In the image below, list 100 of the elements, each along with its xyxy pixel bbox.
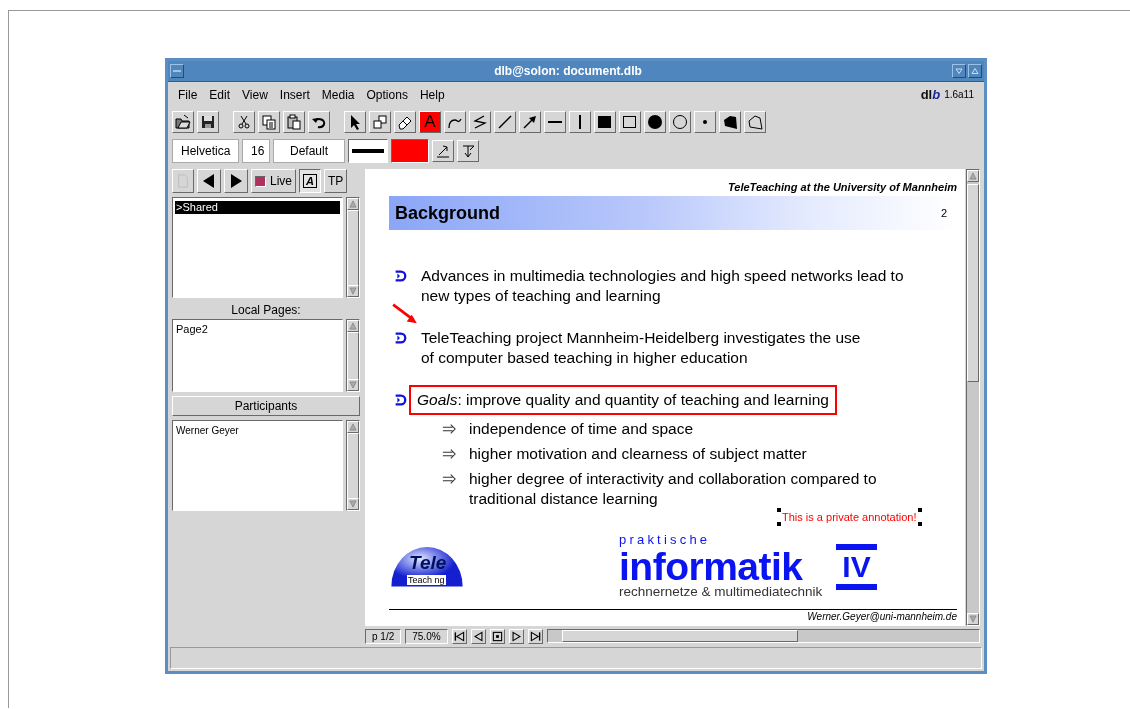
up-arrow-icon [348,321,358,331]
filled-polygon-icon [722,113,738,130]
new-page-button[interactable] [172,169,194,193]
left-triangle-icon [201,173,217,189]
logo-text: Teach ng [407,575,446,585]
stop-icon [491,630,503,642]
size-field[interactable]: 16 [242,139,270,163]
menu-item[interactable]: Media [315,85,361,104]
list-item[interactable]: Werner Geyer [175,424,340,437]
toolbar-button[interactable] [172,110,194,133]
window-menu-button[interactable] [170,64,184,78]
up-arrow-icon [348,199,358,209]
logo-text: informatik [619,548,803,586]
toolbar-button[interactable] [258,110,280,133]
slide-title: Background [395,202,500,224]
squares-icon [372,113,388,130]
toolbar-button[interactable] [469,110,491,133]
next-page-icon [510,630,522,642]
live-button[interactable]: Live [251,169,296,193]
scrollbar-thumb[interactable] [347,332,359,381]
down-arrow-icon [348,380,358,390]
menu-item[interactable]: Options [360,85,414,104]
right-triangle-icon [228,173,244,189]
menu-item[interactable]: Insert [273,85,316,104]
page-number: 2 [940,207,947,219]
square-icon [622,113,638,130]
up-arrow-icon [348,422,358,432]
toolbar-button[interactable] [744,110,766,133]
bullet-text: TeleTeaching project Mannheim-Heidelberg investigates the use of computer based teaching in higher education [420,328,862,368]
toolbar-button[interactable] [369,110,391,133]
toolbar-button[interactable] [308,110,330,133]
next-button[interactable] [224,169,248,193]
toolbar-button[interactable] [394,110,416,133]
previous-button[interactable] [197,169,221,193]
toolbar-button[interactable] [644,110,666,133]
font-field[interactable]: Helvetica [172,139,239,163]
toolbar-button[interactable] [344,110,366,133]
first-page-icon [453,630,465,642]
toolbar-button[interactable] [432,140,454,162]
previous-page-button[interactable] [470,628,486,644]
app-logo: dlb [920,87,941,102]
logo-text: Tele [409,552,447,574]
toolbar-button[interactable] [619,110,641,133]
vertical-line-icon [579,114,581,129]
section-label: Local Pages: [230,302,302,319]
menu-item[interactable]: View [236,85,274,104]
up-arrow-icon [968,171,978,181]
toolbar-button[interactable] [283,110,305,133]
toolbar-button[interactable] [494,110,516,133]
color-swatch[interactable] [391,139,429,163]
list-item[interactable]: >Shared [175,201,340,214]
menu-item[interactable]: File [172,85,204,104]
minimize-button[interactable] [952,64,966,78]
dot-icon [703,119,707,124]
toolbar-button[interactable] [544,110,566,133]
logo-numeral: IV [836,544,877,590]
down-arrow-icon [348,286,358,296]
annotate-button[interactable]: A [299,169,321,193]
line-width-swatch[interactable] [348,139,388,163]
filled-square-icon [597,113,613,130]
selection-handle[interactable] [917,522,922,526]
arrow-icon [522,113,538,130]
toolbar-button[interactable] [719,110,741,133]
tp-button[interactable]: TP [324,169,348,193]
up-triangle-icon [971,67,979,75]
bullet-icon [393,393,407,407]
stop-button[interactable] [489,628,505,644]
menu-item[interactable]: Edit [203,85,237,104]
toolbar-button[interactable] [197,110,219,133]
style-field[interactable]: Default [273,139,345,163]
pen-up-icon [435,143,451,159]
next-page-button[interactable] [508,628,524,644]
toolbar-button[interactable] [444,110,466,133]
first-page-button[interactable] [451,628,467,644]
text-tool-button[interactable]: A [419,110,441,133]
toolbar-button[interactable] [669,110,691,133]
maximize-button[interactable] [968,64,982,78]
scrollbar-thumb[interactable] [347,433,359,500]
toolbar-button[interactable] [519,110,541,133]
menu-item[interactable]: Help [413,85,451,104]
version-label: 1.6a11 [944,89,974,100]
clipboard-icon [286,113,302,130]
selection-handle[interactable] [777,508,781,512]
last-page-button[interactable] [527,628,543,644]
selection-handle[interactable] [777,522,781,526]
sub-bullet-text: higher degree of interactivity and collaboration compared to traditional distance learning [469,469,877,509]
selection-handle[interactable] [917,508,922,512]
scrollbar-thumb[interactable] [967,184,979,382]
toolbar-button[interactable] [594,110,616,133]
toolbar-button[interactable] [233,110,255,133]
window-title: dlb@solon: document.dlb [493,64,643,78]
toolbar-button[interactable] [569,110,591,133]
scrollbar-thumb[interactable] [561,630,798,642]
annotation-text: This is a private annotation! [782,511,917,523]
list-item[interactable]: Page2 [175,323,340,336]
toolbar-button[interactable] [457,140,479,162]
copy-icon [261,113,277,130]
line-icon [497,113,513,130]
toolbar-button[interactable] [694,110,716,133]
scrollbar-thumb[interactable] [347,210,359,287]
